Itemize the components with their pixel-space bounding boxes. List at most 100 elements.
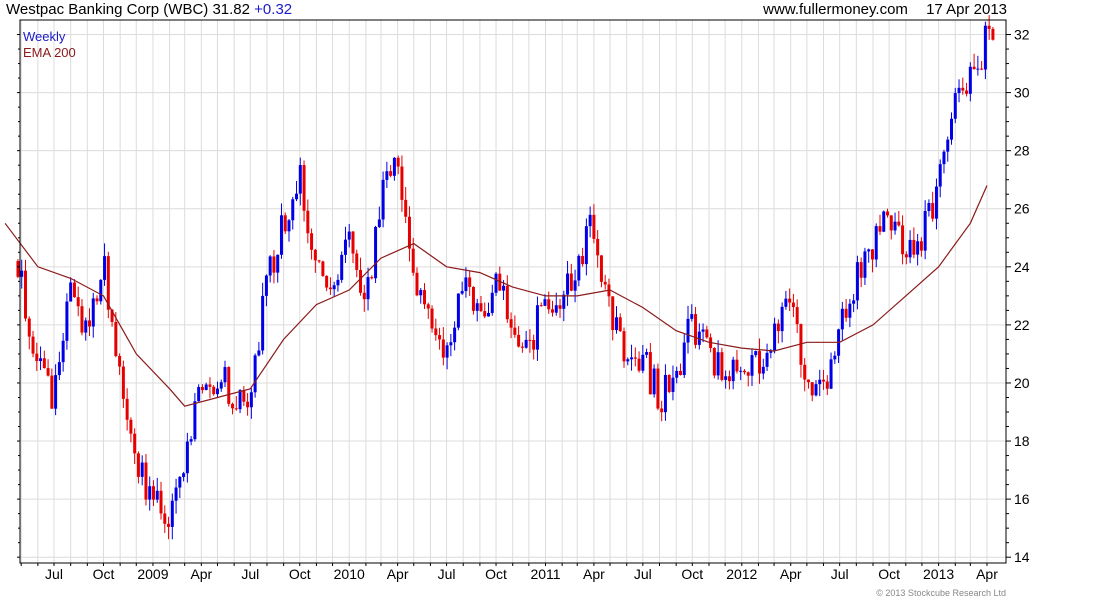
candle-body [42,358,46,369]
candle-body [118,356,122,367]
candle-body [637,358,641,371]
candle-body [438,335,442,340]
legend-weekly: Weekly [23,29,66,44]
candle-body [287,220,291,232]
candle-body [599,255,603,282]
x-tick-label: 2010 [334,566,365,582]
candle-body [415,272,419,296]
candle-body [562,294,566,309]
candle-body [818,379,822,385]
candle-body [133,433,137,454]
x-tick-label: 2013 [923,566,954,582]
candle-body [596,238,600,256]
candle-body [618,317,622,332]
x-tick-label: Oct [878,566,900,582]
candle-body [475,303,479,311]
candle-body [889,215,893,231]
candle-body [441,339,445,358]
candle-body [57,362,61,376]
candle-body [306,210,310,234]
candle-body [140,462,144,477]
candle-body [626,359,630,362]
candle-body [848,303,852,318]
candle-body [577,255,581,281]
candle-body [272,256,276,273]
candle-body [231,403,235,409]
candle-body [351,231,355,254]
candle-body [27,318,31,337]
candle-body [407,216,411,249]
candle-body [938,164,942,187]
candle-body [434,328,438,336]
candle-body [558,305,562,309]
candle-body [276,254,280,273]
candle-body [961,87,965,91]
candle-body [953,93,957,119]
candle-body [317,260,321,262]
candle-body [746,372,750,376]
candle-body [302,165,306,211]
candle-body [976,68,980,70]
y-tick-label: 22 [1014,317,1030,333]
candle-body [419,290,423,296]
candle-body [675,370,679,378]
candle-body [468,277,472,287]
candle-body [343,239,347,255]
x-tick-label: Apr [976,566,998,582]
candle-body [742,370,746,373]
candle-body [566,273,570,295]
candle-body [652,368,656,395]
candle-body [569,273,573,291]
candle-body [253,355,257,393]
candle-body [780,306,784,332]
candle-body [633,357,637,359]
candle-body [584,226,588,265]
candle-body [694,314,698,345]
candle-body [942,151,946,165]
x-axis: Jul Oct 2009 Apr Jul Oct 2010 Apr Jul Oct 2011 Apr J… [20,563,998,582]
candle-body [50,375,54,409]
x-tick-label: 2011 [530,566,560,582]
candle-body [844,308,848,318]
x-tick-label: Apr [583,566,605,582]
candle-body [238,390,242,410]
candle-body [167,523,171,527]
y-tick-label: 20 [1014,375,1030,391]
x-tick-label: Apr [190,566,212,582]
candle-body [426,304,430,309]
legend-ema: EMA 200 [23,45,76,60]
candle-body [268,256,272,276]
candle-body [208,384,212,387]
candle-body [923,211,927,251]
candle-body [76,297,80,307]
candle-body [136,453,140,477]
candle-body [622,331,626,362]
candle-body [291,199,295,221]
x-tick-label: Jul [831,566,849,582]
candle-body [453,327,457,343]
candle-body [483,311,487,317]
candle-body [494,273,498,293]
candle-body [908,239,912,258]
candle-body [614,317,618,331]
candle-body [806,379,810,383]
candle-body [325,275,329,288]
y-tick-label: 16 [1014,491,1030,507]
candle-body [754,351,758,356]
candle-body [72,282,76,298]
candle-body [362,292,366,300]
candle-body [855,262,859,301]
candle-body [61,340,65,363]
candle-body [720,352,724,380]
candle-body [795,307,799,325]
candle-body [863,251,867,278]
candle-body [39,358,43,362]
candle-body [735,359,739,372]
candle-body [87,320,91,327]
candle-body [833,355,837,360]
candle-body [16,261,20,277]
candle-body [859,262,863,278]
candle-body [712,347,716,376]
y-tick-label: 26 [1014,201,1030,217]
candle-body [148,486,152,500]
